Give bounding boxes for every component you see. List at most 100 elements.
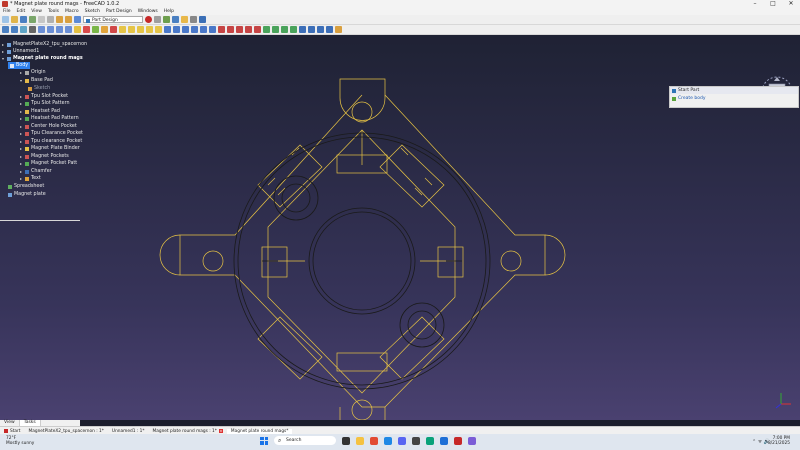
groove-icon[interactable] (236, 26, 243, 33)
tree-item-center-hole-pocket[interactable]: ▸ Center Hole Pocket (20, 123, 77, 130)
pipe-icon[interactable] (191, 26, 198, 33)
menu-macro[interactable]: Macro (62, 9, 82, 14)
thickness-icon[interactable] (326, 26, 333, 33)
tree-item-doc3[interactable]: ▾ Magnet plate round mags (2, 55, 83, 62)
tree-item-tpu-clearance-pocket-2[interactable]: ▸ Tpu clearance Pocket (20, 138, 82, 145)
datum-line-icon[interactable] (128, 26, 135, 33)
tree-item-heatset-pad-pattern[interactable]: ▸ Heatset Pad Pattern (20, 115, 79, 122)
menu-sketch[interactable]: Sketch (82, 9, 103, 14)
weather-widget[interactable]: 72°F Mostly sunny (6, 436, 34, 446)
linear-pattern-icon[interactable] (272, 26, 279, 33)
loft-icon[interactable] (182, 26, 189, 33)
maximize-icon[interactable]: □ (764, 0, 782, 8)
pad-icon[interactable] (164, 26, 171, 33)
subtractive-pipe-icon[interactable] (254, 26, 261, 33)
menu-help[interactable]: Help (161, 9, 177, 14)
tab-document-3[interactable]: Magnet plate round mags : 1* × (149, 429, 227, 434)
save-icon[interactable] (20, 16, 27, 23)
print-icon[interactable] (29, 16, 36, 23)
tab-start[interactable]: Start (0, 429, 25, 434)
tree-item-body[interactable]: Body (8, 62, 31, 69)
validate-sketch-icon[interactable] (110, 26, 117, 33)
tree-item-doc2[interactable]: ▸ Unnamed1 (2, 48, 39, 55)
tree-item-chamfer[interactable]: ▸ Chamfer (20, 168, 52, 175)
vscode-icon[interactable] (440, 436, 448, 445)
menu-tools[interactable]: Tools (45, 9, 62, 14)
tab-document-2[interactable]: Unnamed1 : 1* (108, 429, 149, 434)
tree-item-base-pad[interactable]: ▾ Base Pad (20, 77, 53, 84)
shape-binder-icon[interactable] (146, 26, 153, 33)
multi-transform-icon[interactable] (290, 26, 297, 33)
minimize-icon[interactable]: – (746, 0, 764, 8)
isometric-view-icon[interactable] (38, 26, 45, 33)
record-macro-icon[interactable] (145, 16, 152, 23)
create-body-link[interactable]: Create body (670, 94, 798, 104)
tree-item-text[interactable]: ▸ Text (20, 175, 41, 182)
chamfer-icon[interactable] (308, 26, 315, 33)
fit-all-icon[interactable] (2, 26, 9, 33)
edge-icon[interactable] (384, 436, 392, 445)
cut-icon[interactable] (38, 16, 45, 23)
tree-item-magnet-pocket-pattern[interactable]: ▸ Magnet Pocket Patt (20, 160, 77, 167)
menu-windows[interactable]: Windows (135, 9, 161, 14)
create-body-icon[interactable] (92, 26, 99, 33)
task-view-icon[interactable] (342, 436, 350, 445)
datum-plane-icon[interactable] (137, 26, 144, 33)
terminal-icon[interactable] (412, 436, 420, 445)
boolean-icon[interactable] (335, 26, 342, 33)
right-view-icon[interactable] (65, 26, 72, 33)
clone-icon[interactable] (155, 26, 162, 33)
menu-view[interactable]: View (28, 9, 45, 14)
taskbar-search[interactable]: Search (274, 436, 336, 445)
subtractive-loft-icon[interactable] (245, 26, 252, 33)
tree-item-tpu-clearance-pocket[interactable]: ▸ Tpu Clearance Pocket (20, 130, 83, 137)
hole-icon[interactable] (227, 26, 234, 33)
top-view-icon[interactable] (56, 26, 63, 33)
addon-manager-icon[interactable] (190, 16, 197, 23)
additive-box-icon[interactable] (209, 26, 216, 33)
tree-item-tpu-slot-pocket[interactable]: ▸ Tpu Slot Pocket (20, 93, 68, 100)
open-document-icon[interactable] (11, 16, 18, 23)
measure-icon[interactable] (74, 26, 81, 33)
new-document-icon[interactable] (2, 16, 9, 23)
front-view-icon[interactable] (47, 26, 54, 33)
execute-macro-icon[interactable] (163, 16, 170, 23)
draw-style-icon[interactable] (20, 26, 27, 33)
tab-document-1[interactable]: MagnetPlateX2_tpu_spacernon : 1* (25, 429, 108, 434)
tree-item-heatset-pad[interactable]: ▸ Heatset Pad (20, 108, 60, 115)
discord-icon[interactable] (398, 436, 406, 445)
tree-item-spreadsheet[interactable]: Spreadsheet (8, 183, 44, 190)
tab-document-4[interactable]: Magnet plate round mags* (226, 428, 293, 434)
tree-item-magnet-plate[interactable]: Magnet plate (8, 191, 46, 198)
draft-icon[interactable] (317, 26, 324, 33)
helix-icon[interactable] (200, 26, 207, 33)
app-icon[interactable] (426, 436, 434, 445)
macros-icon[interactable] (172, 16, 179, 23)
tree-item-magnet-plate-binder[interactable]: ▸ Magnet Plate Binder (20, 145, 80, 152)
datum-point-icon[interactable] (119, 26, 126, 33)
create-sketch-icon[interactable] (101, 26, 108, 33)
python-console-icon[interactable] (181, 16, 188, 23)
tree-item-magnet-pockets[interactable]: ▸ Magnet Pockets (20, 153, 69, 160)
menu-file[interactable]: File (0, 9, 14, 14)
menu-part-design[interactable]: Part Design (103, 9, 135, 14)
app-2-icon[interactable] (468, 436, 476, 445)
tree-item-doc1[interactable]: ▸ MagnetPlateX2_tpu_spacernon (2, 41, 87, 48)
tree-item-origin[interactable]: ▸ Origin (20, 69, 46, 76)
whats-this-icon[interactable] (199, 16, 206, 23)
close-icon[interactable]: ✕ (782, 0, 800, 8)
fillet-icon[interactable] (299, 26, 306, 33)
tree-item-sketch[interactable]: Sketch (28, 85, 50, 92)
tree-item-tpu-slot-pattern[interactable]: ▸ Tpu Slot Pattern (20, 100, 70, 107)
freecad-taskbar-icon[interactable] (454, 436, 462, 445)
bounding-box-icon[interactable] (29, 26, 36, 33)
revolution-icon[interactable] (173, 26, 180, 33)
undo-icon[interactable] (56, 16, 63, 23)
polar-pattern-icon[interactable] (281, 26, 288, 33)
file-explorer-icon[interactable] (356, 436, 364, 445)
redo-icon[interactable] (65, 16, 72, 23)
taskbar-clock[interactable]: 7:00 PM 8/21/2025 (768, 436, 790, 446)
pocket-icon[interactable] (218, 26, 225, 33)
close-tab-icon[interactable]: × (218, 429, 223, 433)
clear-measure-icon[interactable] (83, 26, 90, 33)
